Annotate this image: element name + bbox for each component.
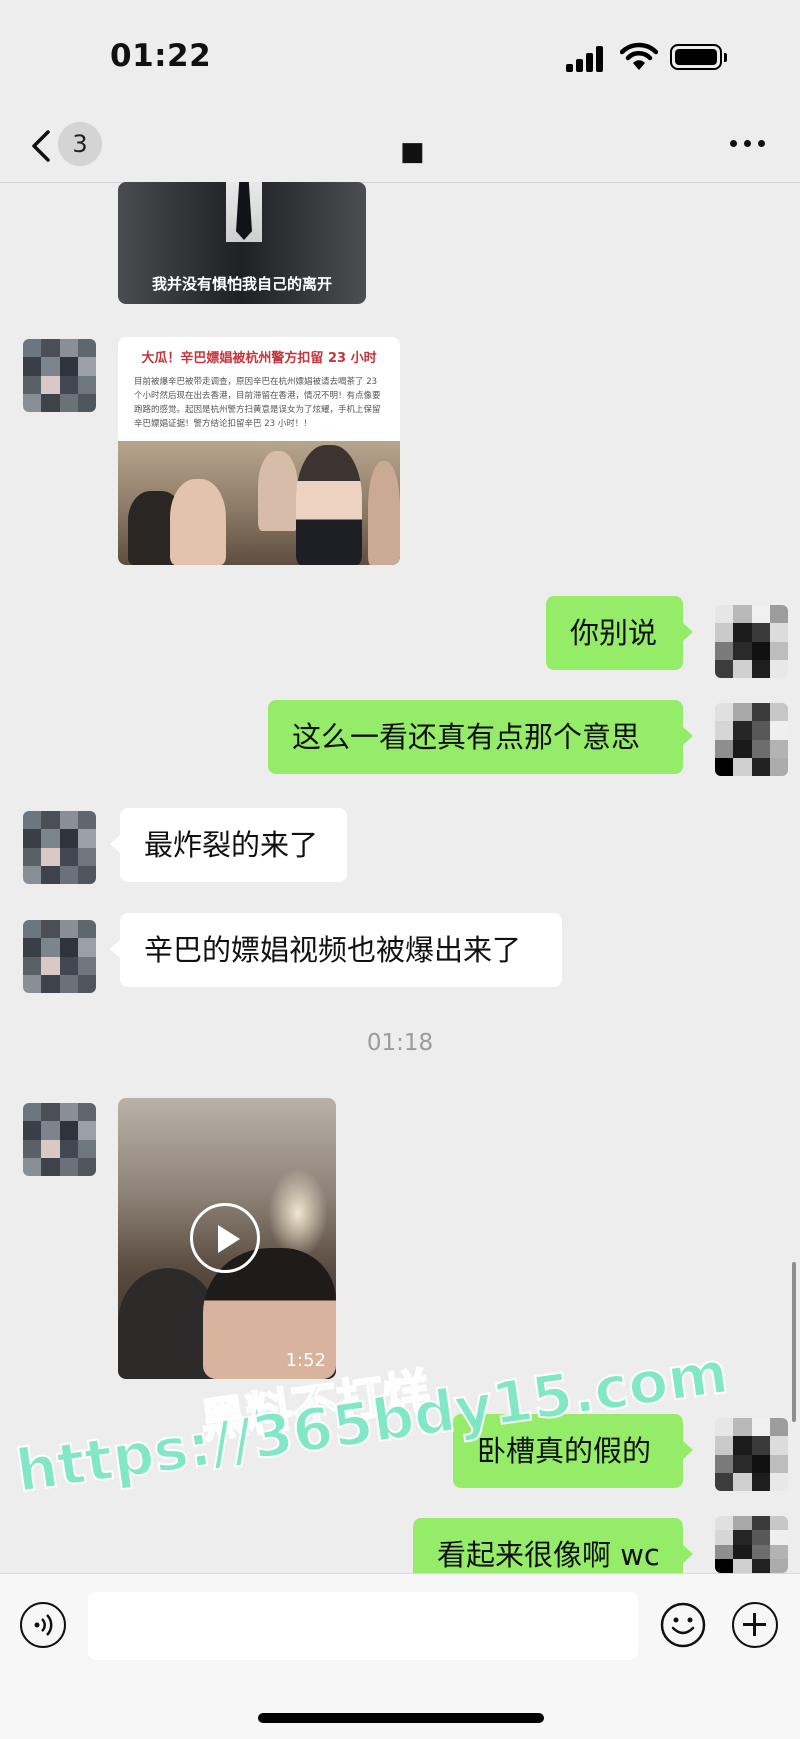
incoming-message[interactable]: 最炸裂的来了 <box>110 808 347 882</box>
message-text: 这么一看还真有点那个意思 <box>292 720 641 754</box>
outgoing-message[interactable]: 你别说 <box>546 596 693 670</box>
emoji-icon[interactable] <box>660 1602 706 1648</box>
news-body: 目前被爆辛巴被带走调查，原因辛巴在杭州嫖娼被请去喝茶了 23 个小时然后现在出去… <box>134 377 381 429</box>
input-bar <box>0 1573 800 1739</box>
my-avatar[interactable] <box>715 703 788 776</box>
chat-header: 3 ■ <box>0 115 800 183</box>
back-icon[interactable] <box>28 128 58 164</box>
message-text: 看起来很像啊 wc <box>437 1538 660 1572</box>
battery-icon <box>670 44 727 70</box>
image-caption: 我并没有惧怕我自己的离开 <box>151 275 332 293</box>
status-bar: 01:22 <box>0 0 800 115</box>
outgoing-message[interactable]: 这么一看还真有点那个意思 <box>268 700 693 774</box>
news-photo <box>118 441 400 565</box>
chat-timestamp: 01:18 <box>366 1030 434 1056</box>
plus-icon[interactable] <box>732 1602 778 1648</box>
message-text: 你别说 <box>570 616 658 650</box>
my-avatar[interactable] <box>715 605 788 678</box>
video-message[interactable]: 1:52 <box>118 1098 336 1379</box>
avatar[interactable] <box>23 1103 96 1176</box>
more-icon[interactable] <box>730 138 770 150</box>
unread-count-badge[interactable]: 3 <box>58 122 102 166</box>
message-text: 卧槽真的假的 <box>477 1434 652 1468</box>
message-text: 最炸裂的来了 <box>144 828 319 862</box>
avatar[interactable] <box>23 811 96 884</box>
avatar[interactable] <box>23 920 96 993</box>
news-headline: 大瓜！辛巴嫖娼被杭州警方扣留 23 小时 <box>141 351 377 366</box>
home-indicator <box>258 1713 544 1723</box>
message-input[interactable] <box>88 1592 638 1660</box>
chat-title: ■ <box>400 137 425 167</box>
status-time: 01:22 <box>110 38 212 74</box>
voice-icon[interactable] <box>20 1602 66 1648</box>
image-message[interactable]: 我并没有惧怕我自己的离开 <box>118 182 366 304</box>
play-icon[interactable] <box>190 1203 260 1273</box>
message-text: 辛巴的嫖娼视频也被爆出来了 <box>144 933 522 967</box>
my-avatar[interactable] <box>715 1516 788 1573</box>
incoming-message[interactable]: 辛巴的嫖娼视频也被爆出来了 <box>110 913 562 987</box>
news-image-message[interactable]: 大瓜！辛巴嫖娼被杭州警方扣留 23 小时 目前被爆辛巴被带走调查，原因辛巴在杭州… <box>118 337 400 565</box>
avatar[interactable] <box>23 339 96 412</box>
scrollbar-thumb[interactable] <box>792 1262 796 1422</box>
wifi-icon <box>620 42 658 70</box>
cellular-signal-icon <box>566 46 606 72</box>
my-avatar[interactable] <box>715 1418 788 1491</box>
